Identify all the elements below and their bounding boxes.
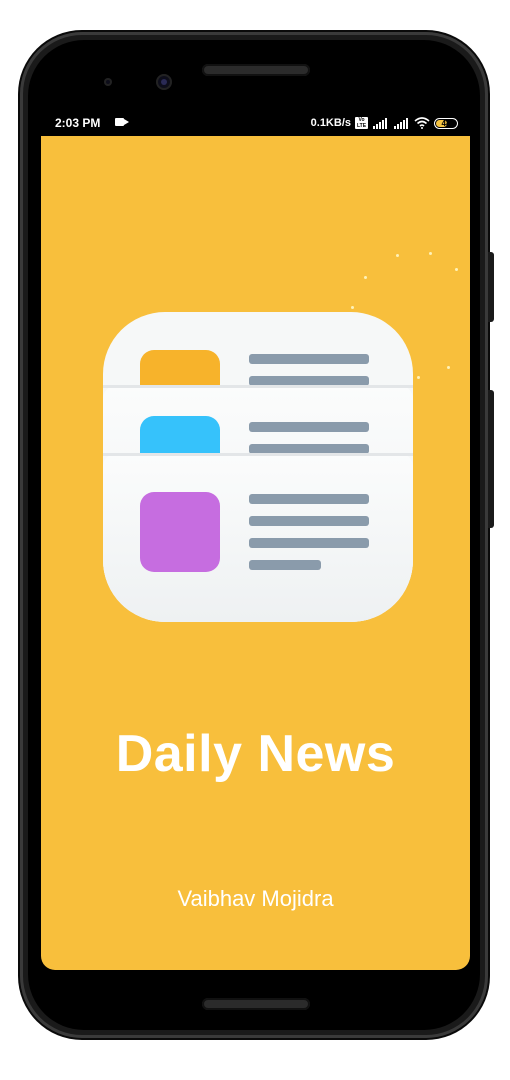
camera-status-icon [115, 118, 129, 126]
text-line [249, 538, 369, 548]
text-line [249, 494, 369, 504]
app-author: Vaibhav Mojidra [177, 886, 334, 911]
sparkle-dot [396, 254, 399, 257]
text-line-short [249, 560, 321, 570]
sparkle-dot [455, 268, 458, 271]
divider-shadow [103, 453, 413, 456]
sparkle-dot [429, 252, 432, 255]
network-speed: 0.1KB/s [310, 117, 351, 129]
news-app-icon [103, 312, 413, 622]
proximity-sensor [104, 78, 112, 86]
battery-icon: 44 [434, 117, 458, 129]
signal-icon [372, 117, 389, 129]
status-bar: 2:03 PM 0.1KB/s Vo LTE 44 [41, 110, 470, 136]
wifi-icon [414, 117, 430, 129]
bottom-speaker [202, 998, 310, 1010]
status-indicators: 0.1KB/s Vo LTE 44 [311, 115, 458, 131]
volume-button [488, 390, 494, 528]
divider-shadow [103, 385, 413, 388]
earpiece-speaker [202, 64, 310, 76]
thumb-purple [140, 492, 220, 572]
front-camera [156, 74, 172, 90]
text-line [249, 376, 369, 386]
text-line [249, 354, 369, 364]
battery-level: 44 [441, 118, 451, 128]
sparkle-dot [364, 276, 367, 279]
sparkle-dot [447, 366, 450, 369]
sparkle-dot [417, 376, 420, 379]
sparkle-dot [351, 306, 354, 309]
power-button [488, 252, 494, 322]
volte-icon: Vo LTE [355, 117, 368, 129]
app-title: Daily News [115, 725, 396, 783]
text-line [249, 516, 369, 526]
text-line [249, 444, 369, 454]
status-time: 2:03 PM [55, 116, 101, 130]
splash-screen: 2:03 PM 0.1KB/s Vo LTE 44 Daily News Vai… [41, 110, 470, 970]
signal-icon-2 [393, 117, 410, 129]
text-line [249, 422, 369, 432]
